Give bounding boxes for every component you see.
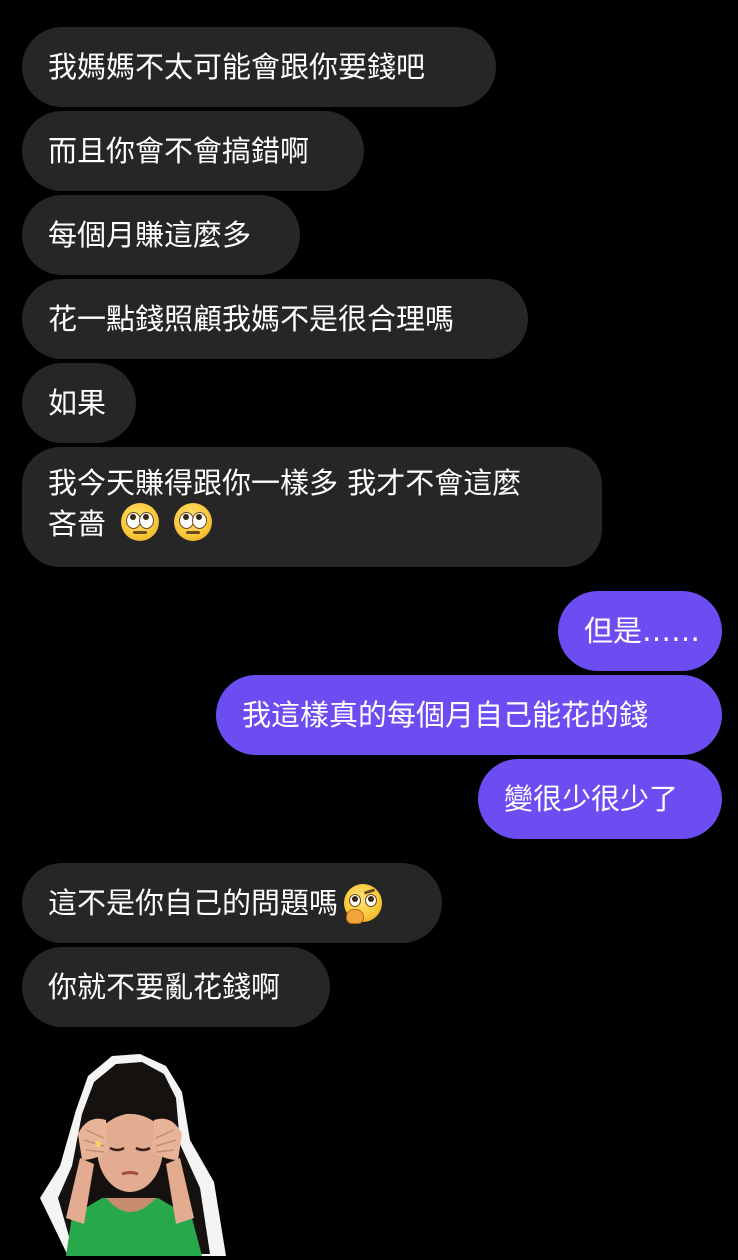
thinking-face-emoji-icon xyxy=(344,884,383,924)
message-text: 如果 xyxy=(48,386,107,420)
message-bubble-outgoing[interactable]: 變很少很少了 xyxy=(478,759,722,839)
message-bubble-incoming[interactable]: 我媽媽不太可能會跟你要錢吧 xyxy=(22,27,496,107)
message-text: 每個月賺這麼多 xyxy=(48,218,252,252)
message-text: 但是…… xyxy=(584,614,701,648)
message-bubble-incoming[interactable]: 你就不要亂花錢啊 xyxy=(22,947,330,1027)
message-bubble-outgoing[interactable]: 我這樣真的每個月自己能花的錢 xyxy=(216,675,722,755)
message-text-block: 我今天賺得跟你一樣多 我才不會這麼 吝嗇 xyxy=(48,463,521,544)
message-text: 吝嗇 xyxy=(48,507,107,541)
message-text: 我這樣真的每個月自己能花的錢 xyxy=(242,698,649,732)
message-bubble-incoming[interactable]: 這不是你自己的問題嗎 xyxy=(22,863,442,943)
message-text: 你就不要亂花錢啊 xyxy=(48,970,281,1004)
chat-thread: 我媽媽不太可能會跟你要錢吧 而且你會不會搞錯啊 每個月賺這麼多 花一點錢照顧我媽… xyxy=(0,0,738,1258)
message-text: 而且你會不會搞錯啊 xyxy=(48,134,310,168)
eye-roll-emoji-icon xyxy=(174,503,213,541)
message-text: 變很少很少了 xyxy=(504,782,679,816)
message-text-line: 我今天賺得跟你一樣多 我才不會這麼 xyxy=(48,466,522,500)
message-text: 這不是你自己的問題嗎 xyxy=(48,886,339,920)
message-bubble-incoming[interactable]: 每個月賺這麼多 xyxy=(22,195,300,275)
eye-roll-emoji-icon xyxy=(121,503,160,541)
message-text: 花一點錢照顧我媽不是很合理嗎 xyxy=(48,302,455,336)
sticker-woman-headache-icon[interactable] xyxy=(30,1048,230,1256)
message-bubble-incoming[interactable]: 我今天賺得跟你一樣多 我才不會這麼 吝嗇 xyxy=(22,447,602,567)
message-bubble-incoming[interactable]: 花一點錢照顧我媽不是很合理嗎 xyxy=(22,279,528,359)
message-bubble-outgoing[interactable]: 但是…… xyxy=(558,591,722,671)
message-text: 我媽媽不太可能會跟你要錢吧 xyxy=(48,50,426,84)
message-bubble-incoming[interactable]: 如果 xyxy=(22,363,136,443)
message-bubble-incoming[interactable]: 而且你會不會搞錯啊 xyxy=(22,111,364,191)
message-text-line-2: 吝嗇 xyxy=(48,503,521,544)
